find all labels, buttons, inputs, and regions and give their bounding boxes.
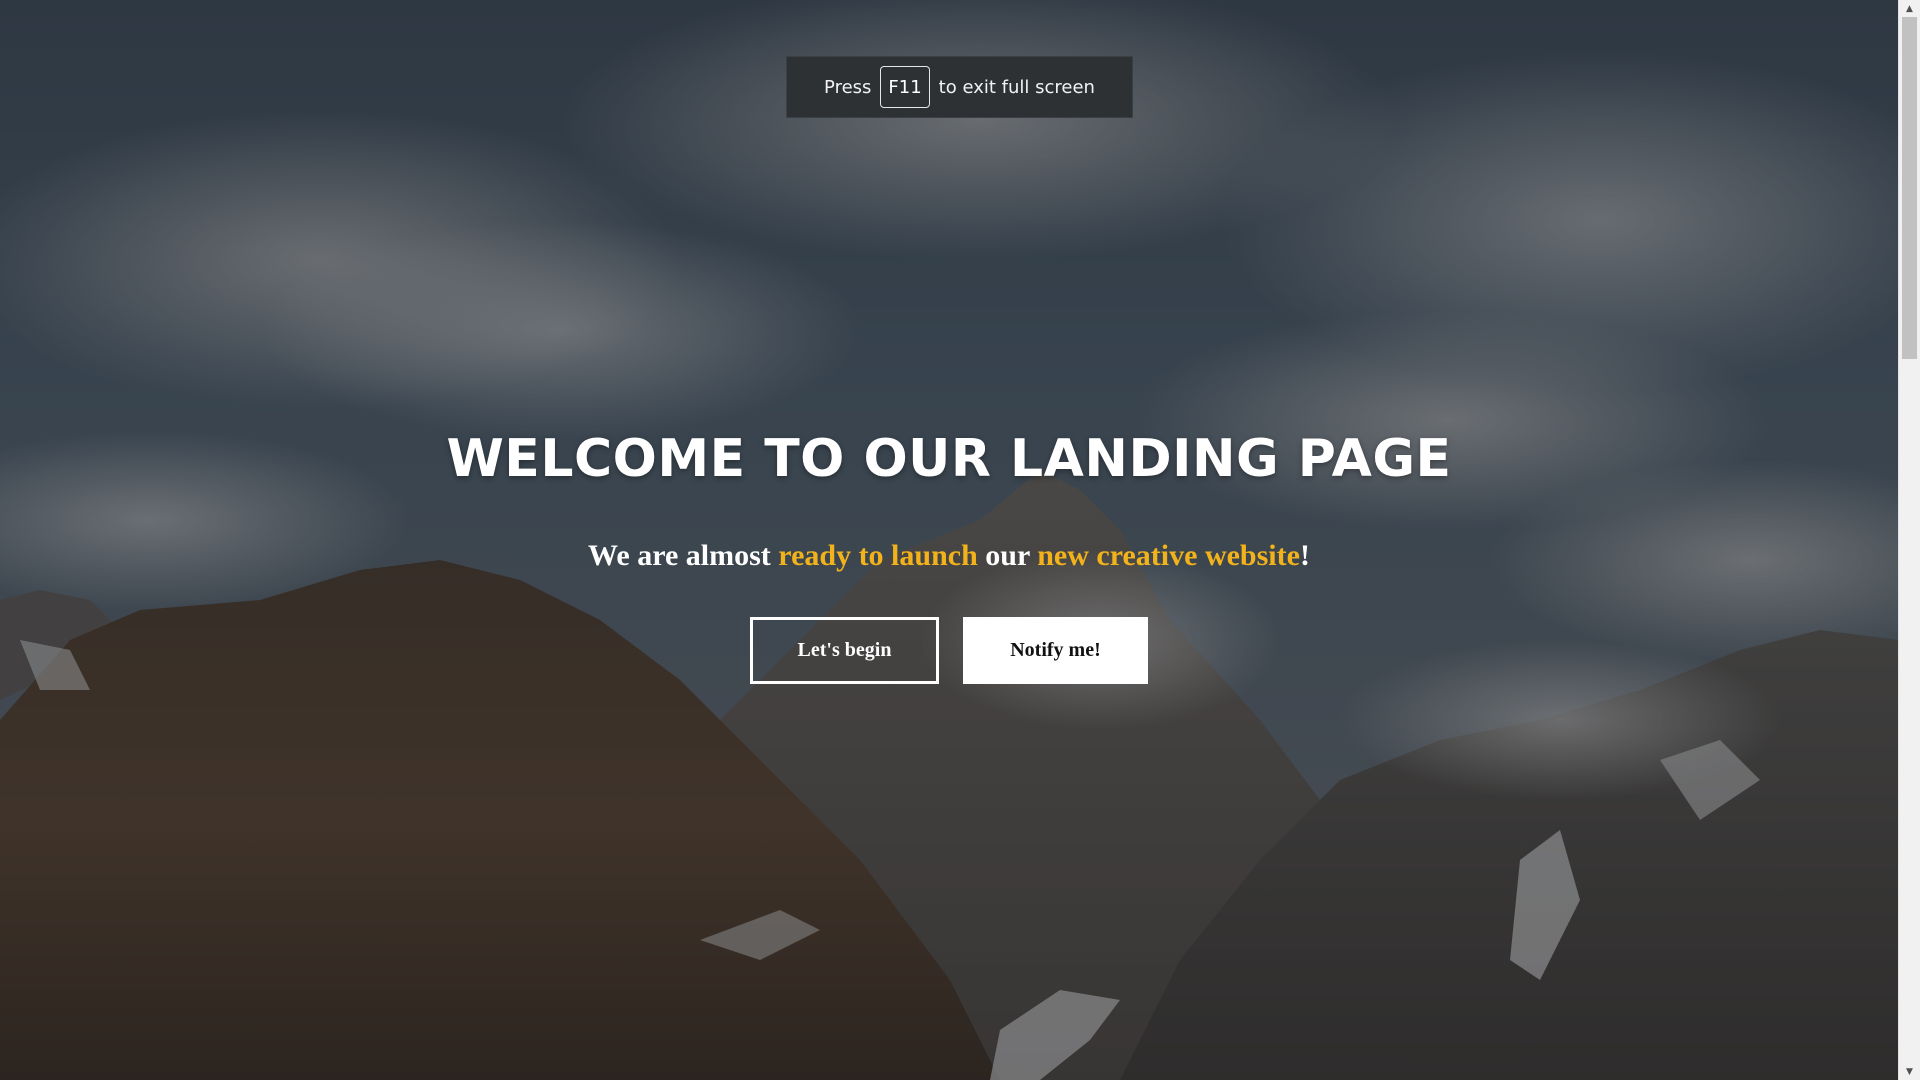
subtitle-text-3: !: [1299, 539, 1310, 572]
cta-buttons: Let's begin Notify me!: [0, 617, 1898, 684]
scrollbar-thumb[interactable]: [1902, 17, 1917, 359]
hero-title: WELCOME TO OUR LANDING PAGE: [446, 429, 1452, 489]
fullscreen-exit-notice: Press F11 to exit full screen: [786, 56, 1133, 118]
subtitle-text-2: our: [977, 539, 1038, 572]
vertical-scrollbar[interactable]: ▲ ▼: [1898, 0, 1920, 1080]
notify-me-button[interactable]: Notify me!: [963, 617, 1148, 684]
f11-key-badge: F11: [880, 66, 930, 108]
lets-begin-button[interactable]: Let's begin: [750, 617, 939, 684]
subtitle-accent-2: new creative website: [1037, 539, 1300, 572]
triangle-up-icon[interactable]: ▲: [1899, 0, 1920, 17]
subtitle-text-1: We are almost: [588, 539, 779, 572]
fullscreen-notice-prefix: Press: [824, 76, 872, 98]
hero-subtitle: We are almost ready to launch our new cr…: [0, 534, 1898, 578]
triangle-down-icon[interactable]: ▼: [1899, 1063, 1920, 1080]
fullscreen-notice-suffix: to exit full screen: [938, 76, 1095, 98]
landing-page: Press F11 to exit full screen WELCOME TO…: [0, 0, 1898, 1080]
subtitle-accent-1: ready to launch: [778, 539, 978, 572]
